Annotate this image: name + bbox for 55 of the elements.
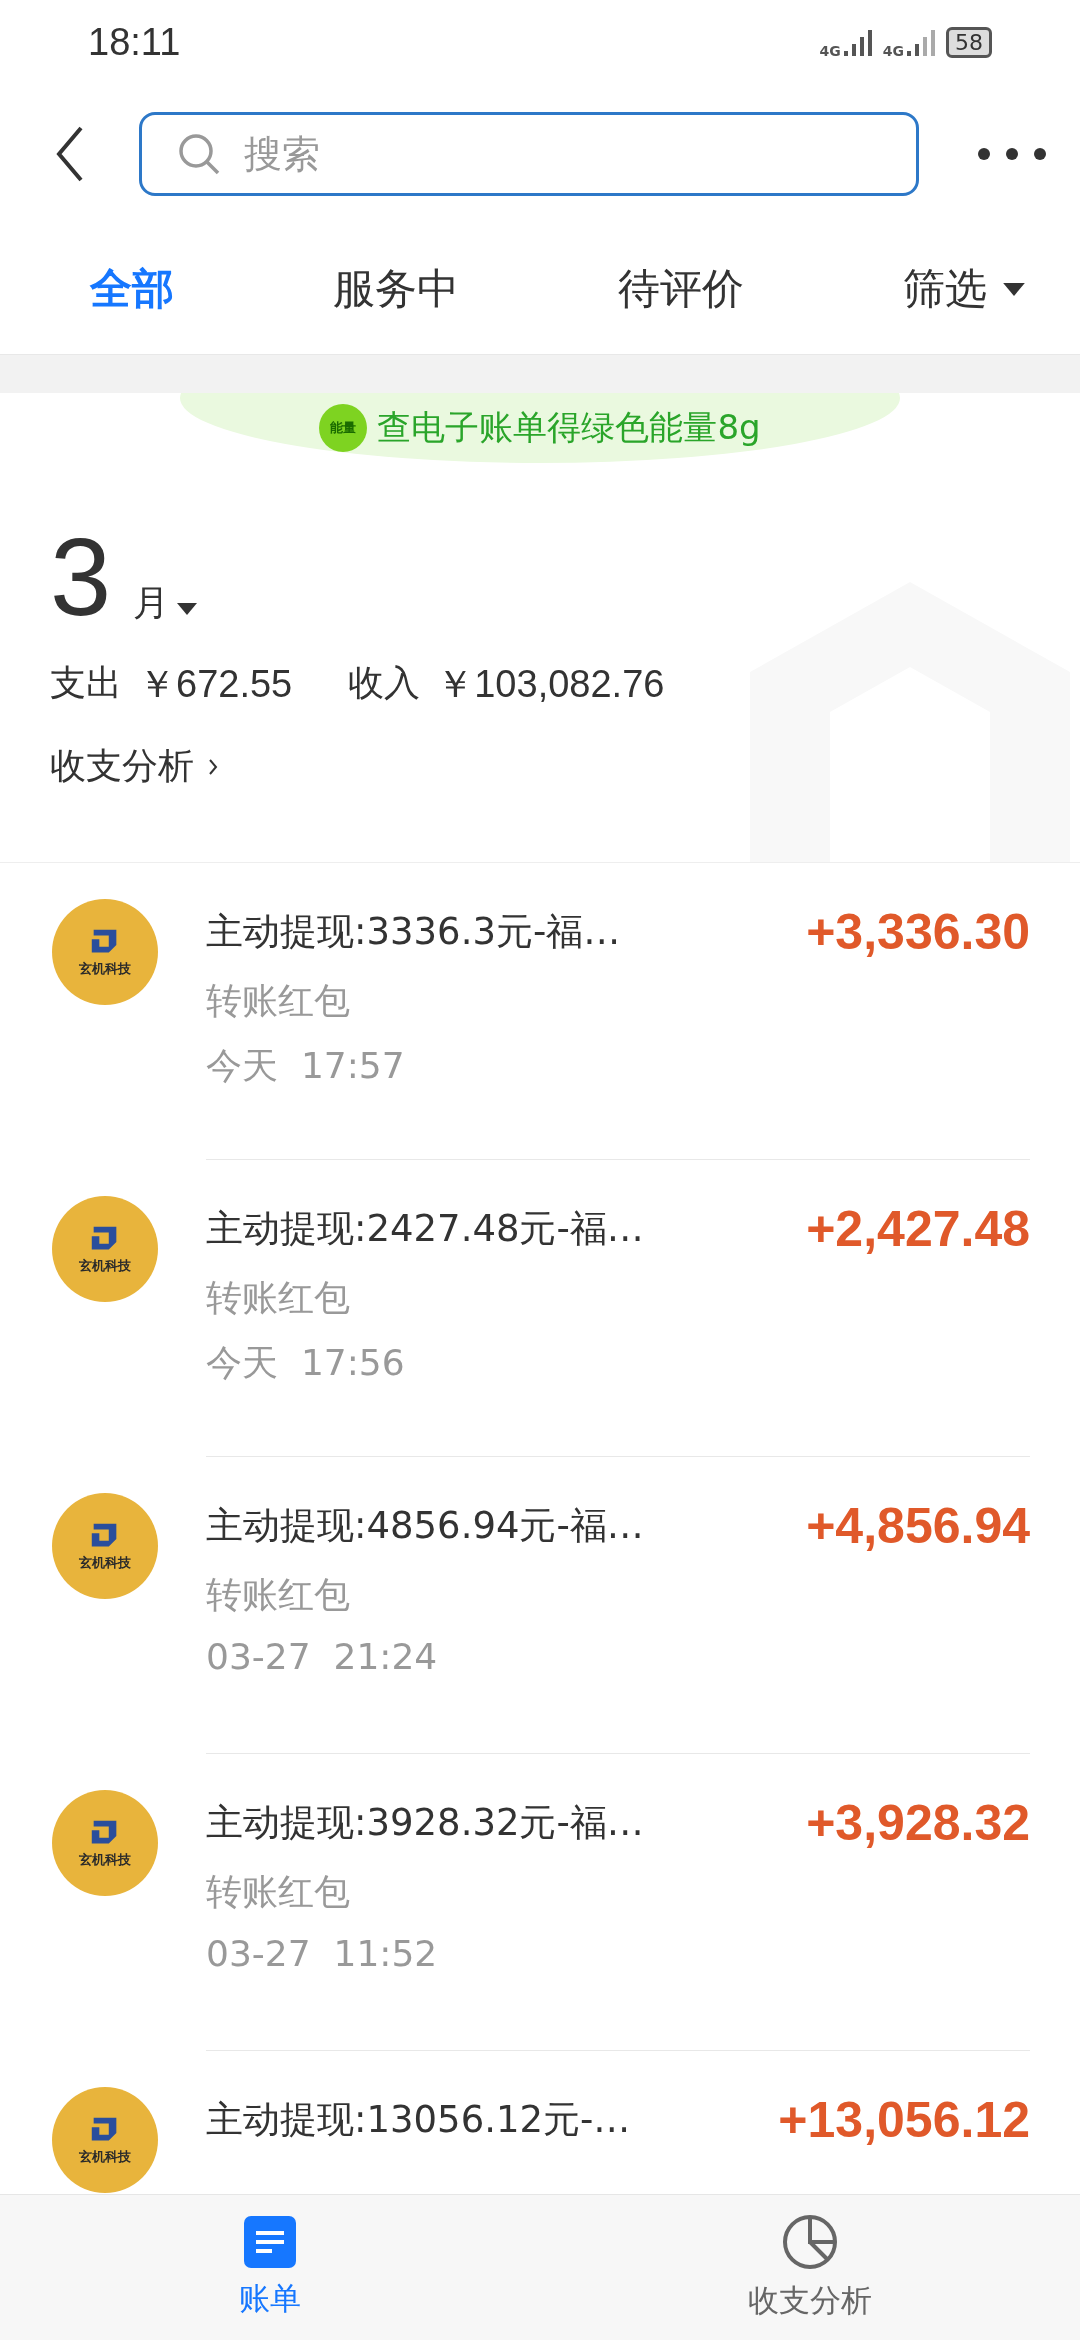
search-field[interactable]: 搜索: [139, 112, 919, 196]
transaction-amount: +13,056.12: [778, 2091, 1030, 2149]
merchant-logo: 玄机科技: [52, 1196, 158, 1302]
income-amount: ￥103,082.76: [436, 662, 665, 707]
income-label: 收入: [348, 661, 421, 705]
month-picker[interactable]: 3 月: [50, 513, 1080, 643]
expense-amount: ￥672.55: [138, 662, 293, 707]
status-time: 18:11: [88, 20, 181, 64]
filter-tab[interactable]: 全部: [90, 261, 174, 317]
filter-tab[interactable]: 待评价: [618, 261, 744, 317]
transaction-amount: +2,427.48: [806, 1200, 1030, 1258]
network-label: 4G: [819, 43, 841, 59]
transaction-time: 03-27 21:24: [206, 1636, 439, 1677]
transaction-amount: +3,336.30: [806, 903, 1030, 961]
network-label: 4G: [882, 43, 904, 59]
transaction-time: 今天 17:57: [206, 1044, 406, 1088]
transaction-time: 今天 17:56: [206, 1341, 406, 1385]
transaction-title: 主动提现:3336.3元-福…: [206, 909, 621, 955]
bill-icon: [244, 2215, 296, 2268]
caret-icon: [1003, 282, 1025, 296]
back-icon[interactable]: [55, 126, 85, 182]
transaction-amount: +3,928.32: [806, 1794, 1030, 1852]
analysis-link[interactable]: 收支分析: [50, 742, 218, 791]
pie-chart-icon: [782, 2213, 838, 2270]
transaction-title: 主动提现:3928.32元-福…: [206, 1800, 644, 1846]
merchant-logo: 玄机科技: [52, 2087, 158, 2193]
transaction-category: 转账红包: [206, 1870, 351, 1914]
transaction-row[interactable]: 玄机科技 主动提现:4856.94元-福… +4,856.94 转账红包 03-27 21:24: [0, 1457, 1080, 1754]
nav-tab[interactable]: 账单: [0, 2195, 540, 2340]
transaction-title: 主动提现:4856.94元-福…: [206, 1503, 644, 1549]
transaction-row[interactable]: 玄机科技 主动提现:2427.48元-福… +2,427.48 转账红包 今天 17:56: [0, 1160, 1080, 1457]
transaction-title: 主动提现:2427.48元-福…: [206, 1206, 644, 1252]
merchant-logo: 玄机科技: [52, 1493, 158, 1599]
transaction-amount: +4,856.94: [806, 1497, 1030, 1555]
transaction-row[interactable]: 玄机科技 主动提现:3336.3元-福… +3,336.30 转账红包 今天 17:57: [0, 863, 1080, 1160]
transaction-category: 转账红包: [206, 1276, 351, 1320]
signal-icon: [842, 27, 873, 57]
filter-tab[interactable]: 筛选: [903, 261, 1025, 317]
transaction-time: 03-27 11:52: [206, 1933, 439, 1974]
signal-icon: [906, 27, 936, 57]
transaction-row[interactable]: 玄机科技 主动提现:3928.32元-福… +3,928.32 转账红包 03-27 11:52: [0, 1754, 1080, 2051]
transaction-category: 转账红包: [206, 1573, 351, 1617]
transaction-category: 转账红包: [206, 979, 351, 1023]
more-icon[interactable]: [977, 147, 1047, 161]
caret-icon: [177, 603, 198, 615]
battery-indicator: 58: [946, 26, 992, 58]
chevron-right-icon: [208, 757, 218, 776]
expense-label: 支出: [50, 661, 122, 705]
transaction-row[interactable]: 玄机科技 主动提现:13056.12元-… +13,056.12: [0, 2051, 1080, 2194]
nav-tab[interactable]: 收支分析: [540, 2195, 1080, 2340]
transaction-title: 主动提现:13056.12元-…: [206, 2097, 631, 2143]
filter-tab[interactable]: 服务中: [333, 261, 459, 317]
merchant-logo: 玄机科技: [52, 1790, 158, 1896]
merchant-logo: 玄机科技: [52, 899, 158, 1005]
search-icon: [177, 132, 221, 176]
